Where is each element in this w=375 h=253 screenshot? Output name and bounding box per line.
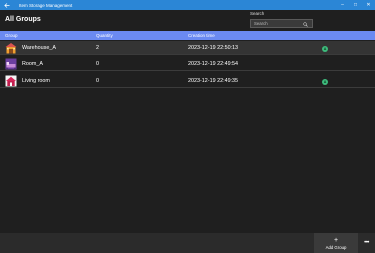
group-creation-time: 2023-12-19 22:50:13 — [188, 45, 239, 51]
table-row[interactable]: Room_A 0 2023-12-19 22:49:54 — [0, 57, 375, 71]
room-icon — [5, 58, 17, 70]
minimize-button[interactable]: – — [336, 0, 349, 10]
group-name: Warehouse_A — [22, 45, 56, 51]
close-button[interactable]: ✕ — [362, 0, 375, 10]
window-controls: – □ ✕ — [336, 0, 375, 10]
group-quantity: 2 — [96, 45, 99, 51]
column-header-group[interactable]: Group — [5, 33, 18, 38]
add-icon: + — [333, 236, 339, 244]
group-creation-time: 2023-12-19 22:49:54 — [188, 61, 239, 67]
search-icon[interactable] — [303, 22, 308, 27]
title-bar: Item Storage Management – □ ✕ — [0, 0, 375, 10]
table-row[interactable]: Living room 0 2023-12-19 22:49:35 A — [0, 74, 375, 88]
group-creation-time: 2023-12-19 22:49:35 — [188, 78, 239, 84]
status-badge: A — [322, 45, 328, 52]
column-header-creation-time[interactable]: Creation time — [188, 33, 215, 38]
status-badge: A — [322, 78, 328, 85]
column-header-quantity[interactable]: Quantity — [96, 33, 113, 38]
table-header: Group Quantity Creation time — [0, 31, 375, 40]
warehouse-icon — [5, 43, 17, 54]
page-title: All Groups — [5, 16, 41, 23]
back-arrow-icon[interactable] — [0, 0, 14, 10]
add-group-label: Add Group — [325, 244, 347, 250]
group-quantity: 0 — [96, 61, 99, 67]
search-box — [250, 19, 313, 28]
more-options-button[interactable]: ••• — [360, 237, 373, 249]
add-group-button[interactable]: + Add Group — [314, 233, 358, 253]
maximize-button[interactable]: □ — [349, 0, 362, 10]
living-room-icon — [5, 75, 17, 87]
search-label: Search — [250, 11, 265, 16]
search-input[interactable] — [254, 21, 302, 26]
group-quantity: 0 — [96, 78, 99, 84]
group-name: Room_A — [22, 61, 43, 67]
table-row[interactable]: Warehouse_A 2 2023-12-19 22:50:13 A — [0, 41, 375, 55]
window-title: Item Storage Management — [19, 2, 73, 8]
group-name: Living room — [22, 78, 50, 84]
